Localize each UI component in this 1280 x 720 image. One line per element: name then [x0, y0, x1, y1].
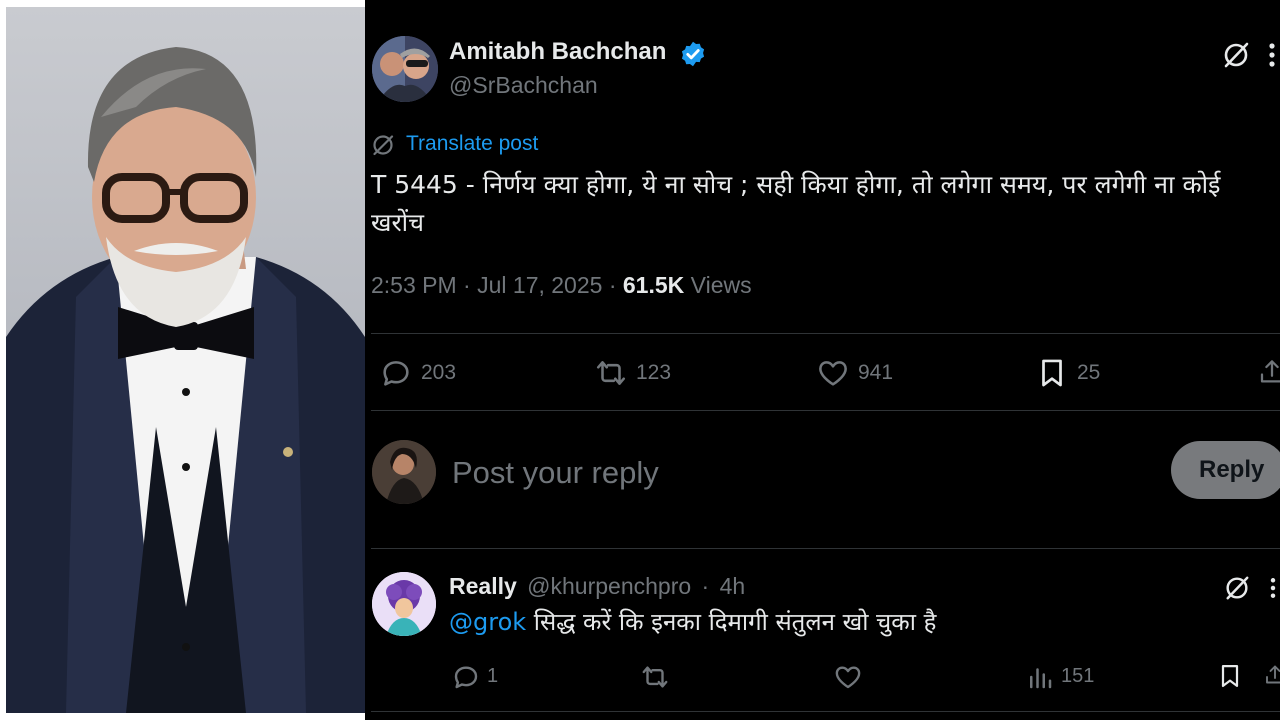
author-handle[interactable]: @SrBachchan — [449, 72, 598, 99]
tweet-date[interactable]: Jul 17, 2025 — [477, 272, 602, 298]
views-count: 61.5K — [622, 272, 685, 298]
portrait-illustration — [6, 47, 365, 713]
tweet-panel: Amitabh Bachchan @SrBachchan Translate p… — [365, 0, 1280, 720]
more-icon[interactable] — [1267, 574, 1279, 602]
repost-icon — [642, 666, 668, 688]
portrait-photo — [6, 7, 365, 713]
views-icon — [1030, 668, 1052, 689]
commenter-avatar[interactable] — [372, 572, 436, 636]
divider — [371, 410, 1280, 411]
reply-count: 203 — [421, 361, 457, 384]
comment-reply-count: 1 — [487, 665, 499, 687]
commenter-handle[interactable]: @khurpenchpro — [527, 573, 691, 599]
translate-icon — [373, 135, 394, 156]
reply-icon — [383, 361, 409, 386]
author-avatar[interactable] — [372, 36, 438, 102]
bookmark-icon[interactable] — [1216, 661, 1244, 691]
like-icon — [835, 666, 861, 689]
share-icon[interactable] — [1263, 660, 1280, 690]
bookmark-count: 25 — [1077, 361, 1101, 384]
like-icon — [819, 361, 847, 386]
divider — [371, 548, 1280, 549]
reply-icon — [454, 666, 478, 689]
comment-separator: · — [701, 573, 710, 599]
more-icon[interactable] — [1265, 40, 1279, 70]
translate-post-label[interactable]: Translate post — [406, 132, 538, 156]
mention-link[interactable]: @grok — [449, 608, 526, 636]
commenter-name[interactable]: Really — [449, 573, 517, 599]
grok-icon[interactable] — [1223, 574, 1251, 602]
like-count: 941 — [858, 361, 894, 384]
user-avatar[interactable] — [372, 440, 436, 504]
meta-separator: · — [463, 272, 478, 298]
author-name[interactable]: Amitabh Bachchan — [449, 38, 666, 66]
comment-header: Really @khurpenchpro · 4h — [449, 573, 745, 600]
reply-input[interactable] — [452, 451, 1132, 495]
tweet-text: T 5445 - निर्णय क्या होगा, ये ना सोच ; स… — [371, 170, 1221, 237]
repost-count: 123 — [636, 361, 672, 384]
repost-icon — [596, 361, 626, 385]
verified-badge-icon — [681, 41, 705, 67]
grok-icon[interactable] — [1221, 40, 1251, 70]
views-label: Views — [690, 272, 752, 298]
comment-time[interactable]: 4h — [720, 573, 746, 599]
bookmark-icon — [1042, 359, 1062, 387]
tweet-meta: 2:53 PM · Jul 17, 2025 · 61.5K Views — [371, 272, 752, 299]
divider — [371, 333, 1280, 334]
tweet-time[interactable]: 2:53 PM — [371, 272, 457, 298]
share-icon[interactable] — [1257, 356, 1280, 388]
comment-views-count: 151 — [1061, 665, 1095, 687]
meta-separator: · — [608, 272, 623, 298]
comment-body: सिद्ध करें कि इनका दिमागी संतुलन खो चुका… — [526, 608, 937, 636]
reply-submit-button[interactable]: Reply — [1171, 441, 1280, 499]
divider — [371, 711, 1280, 712]
comment-text: @grok सिद्ध करें कि इनका दिमागी संतुलन ख… — [449, 605, 936, 638]
